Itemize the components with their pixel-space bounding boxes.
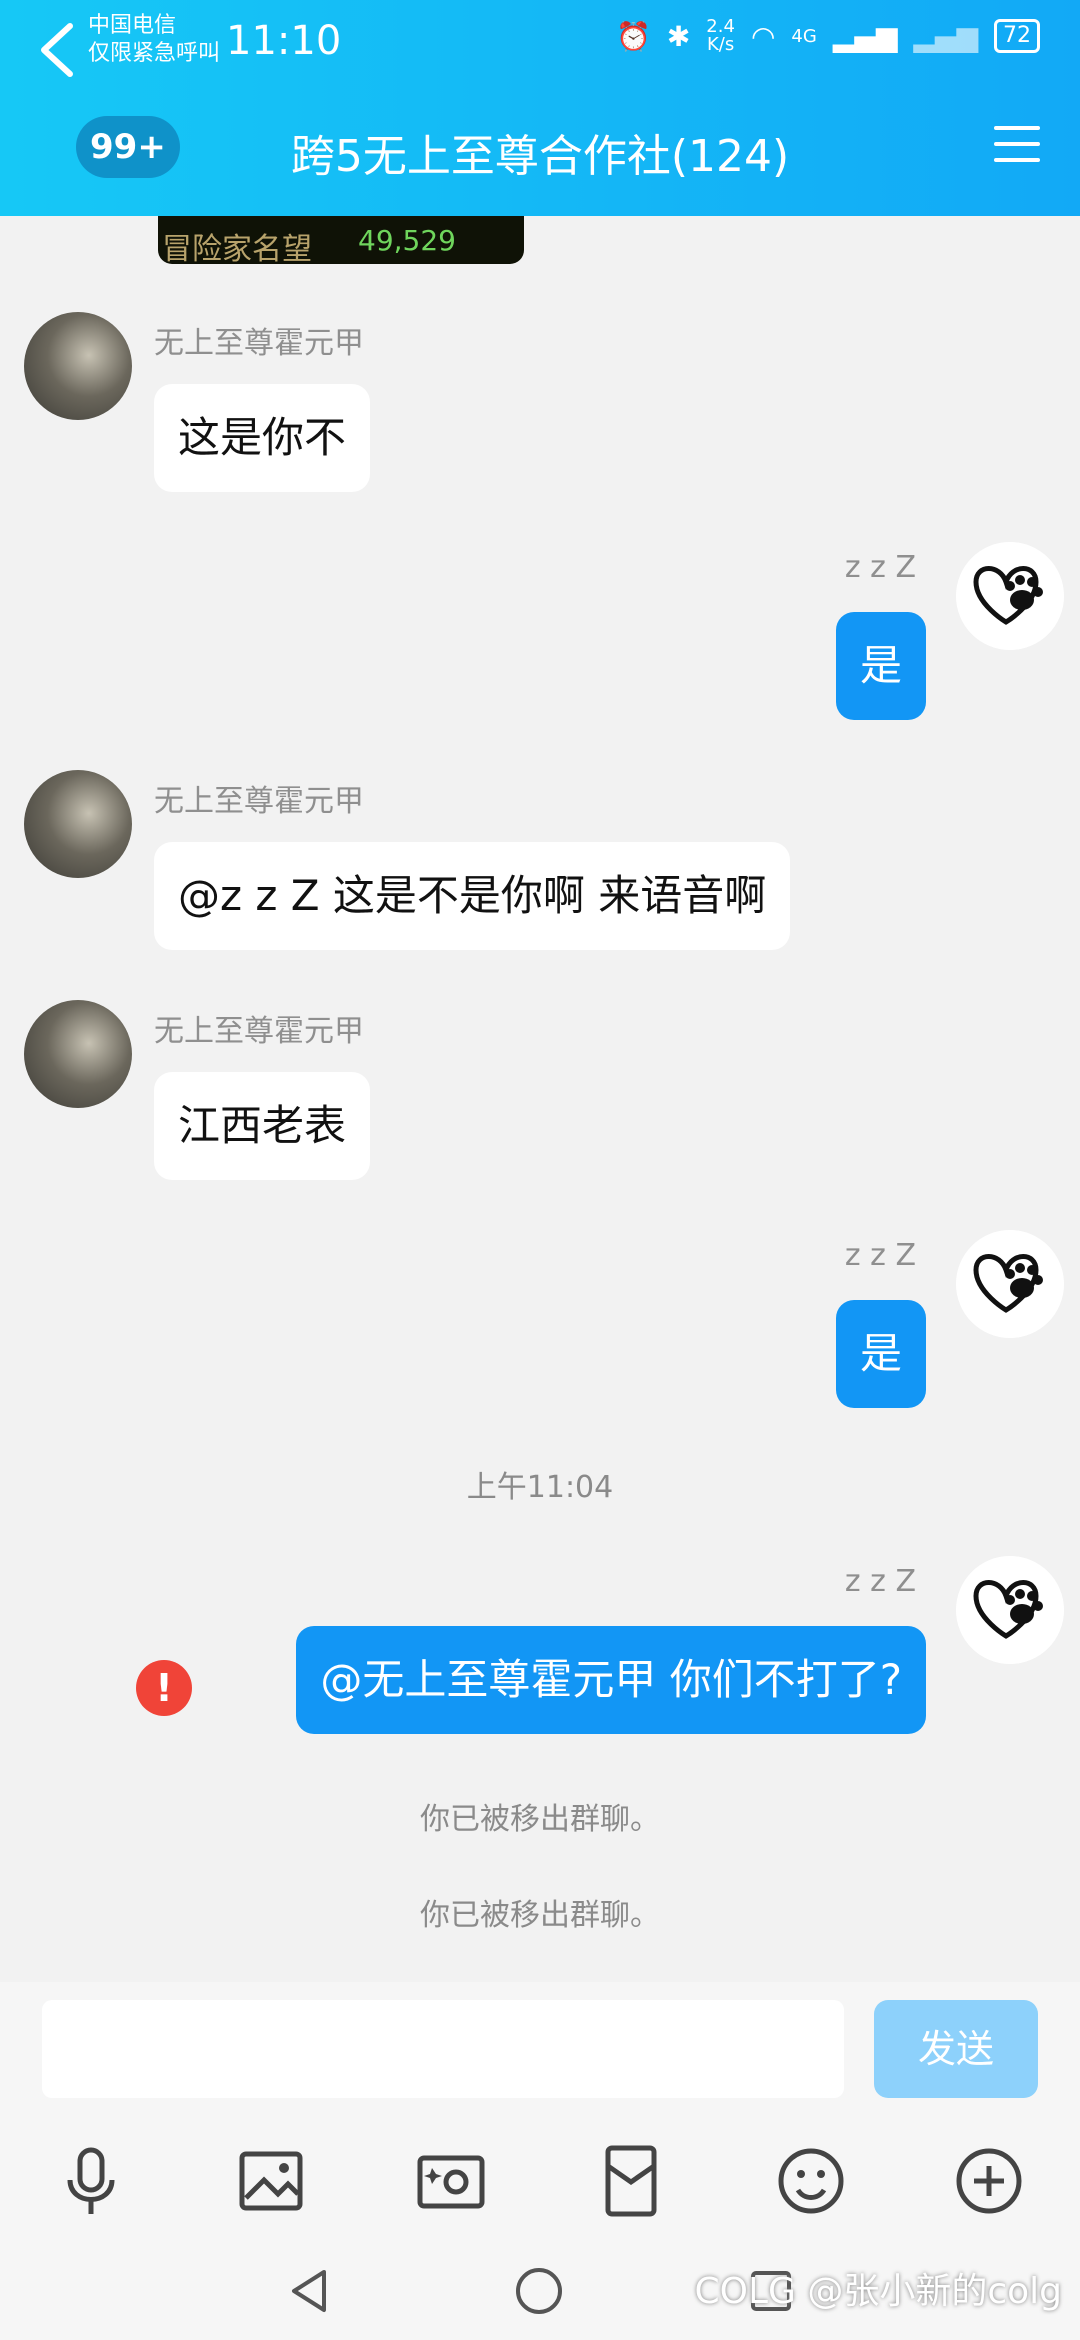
sender-name: z z Z [844,1564,916,1599]
image-message-partial[interactable]: 冒险家名望 49,529 [158,216,524,267]
avatar[interactable] [24,312,132,420]
paw-heart-avatar-icon[interactable] [956,1556,1064,1664]
signal-icon-2: ▂▄▆ [913,19,978,53]
paw-heart-avatar-icon[interactable] [956,542,1064,650]
sender-name: z z Z [844,1238,916,1273]
chat-title: 跨5无上至尊合作社(124) [290,131,790,182]
status-time: 11:10 [226,18,342,64]
avatar[interactable] [24,1000,132,1108]
nav-home-icon[interactable] [514,2266,564,2316]
carrier-name: 中国电信 [88,13,177,38]
message-bubble[interactable]: 江西老表 [154,1072,371,1180]
sender-name: 无上至尊霍元甲 [154,784,364,819]
status-icons: ⏰ ✱ 2.4 K/s ◠ 4G ▂▄▆ ▂▄▆ 72 [616,18,1040,54]
plus-icon[interactable] [944,2136,1034,2226]
chat-area[interactable]: 冒险家名望 49,529 无上至尊霍元甲 这是你不 z z Z 是 无上至尊霍元… [0,216,1080,1982]
wifi-icon: ◠ [750,19,776,53]
image-icon[interactable] [226,2136,316,2226]
message-bubble[interactable]: @无上至尊霍元甲 你们不打了? [296,1626,926,1734]
bluetooth-icon: ✱ [666,19,691,53]
menu-icon[interactable] [994,126,1040,170]
sender-name: 无上至尊霍元甲 [154,326,364,361]
watermark: COLG @张小新的colg [694,2271,1062,2312]
sender-name: z z Z [844,550,916,585]
app-header: 中国电信 仅限紧急呼叫 11:10 ⏰ ✱ 2.4 K/s ◠ 4G ▂▄▆ ▂… [0,0,1080,216]
emoji-icon[interactable] [766,2136,856,2226]
back-arrow-icon[interactable] [32,20,82,80]
sender-name: 无上至尊霍元甲 [154,1014,364,1049]
red-packet-icon[interactable] [586,2136,676,2226]
network-speed: 2.4 K/s [706,16,735,55]
send-failed-icon[interactable]: ! [136,1660,192,1716]
message-input[interactable] [42,2000,844,2098]
system-message: 你已被移出群聊。 [420,1802,660,1837]
signal-icon: ▂▄▆ [832,19,898,53]
carrier-status: 仅限紧急呼叫 [88,41,221,66]
nav-back-icon[interactable] [284,2266,334,2316]
microphone-icon[interactable] [46,2136,136,2226]
camera-icon[interactable] [406,2136,496,2226]
message-bubble[interactable]: 是 [835,1300,926,1408]
carrier-info: 中国电信 仅限紧急呼叫 [88,12,220,68]
paw-heart-avatar-icon[interactable] [956,1230,1064,1338]
system-message: 你已被移出群聊。 [420,1898,660,1933]
input-area: 发送 [0,1982,1080,2122]
send-button[interactable]: 发送 [874,2000,1038,2098]
network-type: 4G [791,25,817,47]
status-bar: 中国电信 仅限紧急呼叫 11:10 ⏰ ✱ 2.4 K/s ◠ 4G ▂▄▆ ▂… [0,0,1080,80]
message-bubble[interactable]: 这是你不 [154,384,371,492]
battery-indicator: 72 [994,19,1040,53]
avatar[interactable] [24,770,132,878]
input-toolbar [0,2122,1080,2242]
message-bubble[interactable]: 是 [835,612,926,720]
alarm-icon: ⏰ [615,19,651,53]
message-timestamp: 上午11:04 [466,1470,614,1505]
message-bubble[interactable]: @z z Z 这是不是你啊 来语音啊 [154,842,791,950]
